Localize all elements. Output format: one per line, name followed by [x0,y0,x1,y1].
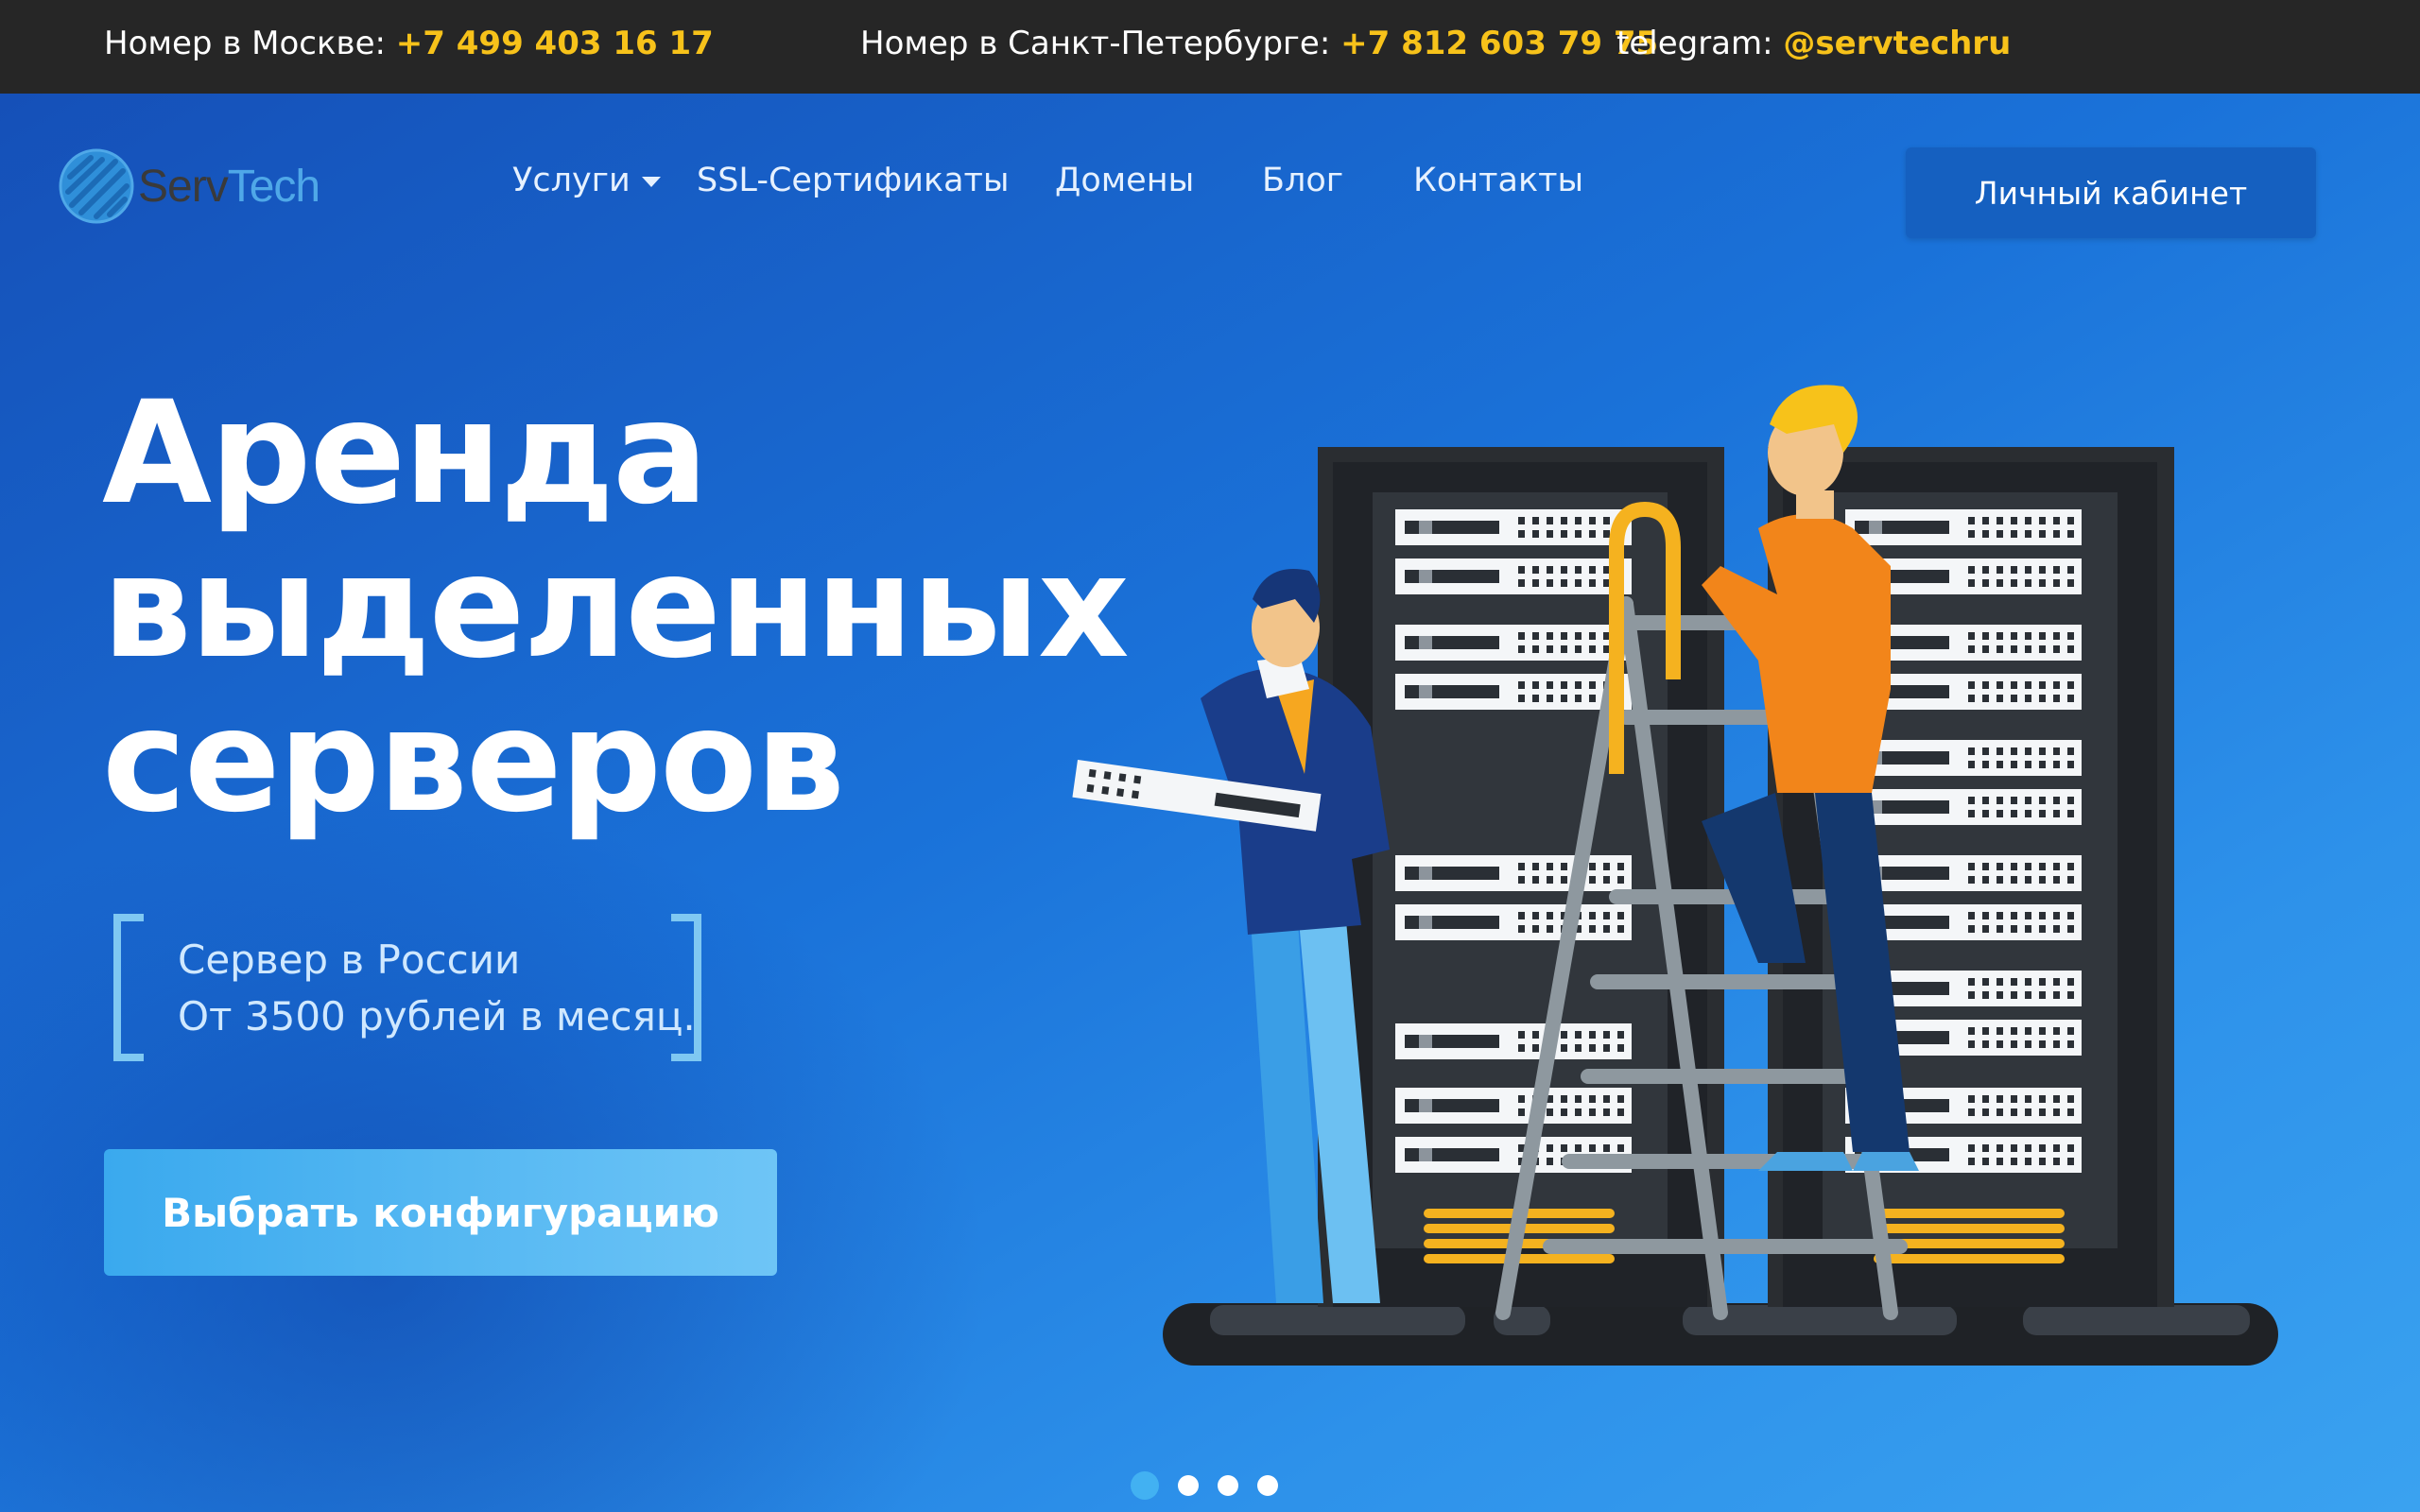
headline-line: серверов [102,679,845,844]
slider-dot[interactable] [1218,1475,1238,1496]
nav-item-blog[interactable]: Блог [1262,162,1343,199]
logo-text-serv: Serv [138,161,229,212]
moscow-contact: Номер в Москве: +7 499 403 16 17 [104,25,714,62]
headline-line: Аренда [102,371,708,536]
nav-item-domains[interactable]: Домены [1055,162,1194,199]
slider-pagination [1131,1471,1278,1500]
logo-text-tech: Tech [227,161,320,212]
moscow-label: Номер в Москве: [104,25,386,62]
hero-section: ServTech Услуги SSL-Сертификаты Домены Б… [0,94,2420,1512]
left-bracket [113,914,144,1061]
nav-item-ssl[interactable]: SSL-Сертификаты [697,162,1010,199]
server-room-illustration [1072,385,2278,1366]
slider-dot[interactable] [1257,1475,1278,1496]
telegram-contact: telegram: @servtechru [1616,25,2011,62]
tagline-line-2: От 3500 рублей в месяц. [178,993,696,1040]
top-contact-bar: Номер в Москве: +7 499 403 16 17 Номер в… [0,0,2420,94]
nav-item-label: Услуги [512,162,631,199]
hero-headline: Аренда выделенных серверов [102,377,1142,839]
nav-item-services[interactable]: Услуги [512,162,661,199]
slider-dot[interactable] [1178,1475,1199,1496]
moscow-phone-link[interactable]: +7 499 403 16 17 [396,25,714,62]
servtech-logo-icon [59,148,134,224]
nav-item-contacts[interactable]: Контакты [1413,162,1583,199]
spb-label: Номер в Санкт-Петербурге: [860,25,1331,62]
spb-phone-link[interactable]: +7 812 603 79 75 [1340,25,1658,62]
choose-configuration-button[interactable]: Выбрать конфигурацию [104,1149,777,1276]
telegram-link[interactable]: @servtechru [1783,25,2011,62]
slider-dot[interactable] [1131,1471,1159,1500]
personal-account-button[interactable]: Личный кабинет [1906,147,2316,238]
site-logo[interactable]: ServTech [59,146,320,226]
headline-line: выделенных [102,525,1130,690]
tagline-line-1: Сервер в России [178,936,521,983]
tagline-box: Сервер в России От 3500 рублей в месяц. [113,914,701,1061]
chevron-down-icon [641,176,661,187]
spb-contact: Номер в Санкт-Петербурге: +7 812 603 79 … [860,25,1658,62]
logo-text: ServTech [138,161,320,213]
telegram-label: telegram: [1616,25,1773,62]
